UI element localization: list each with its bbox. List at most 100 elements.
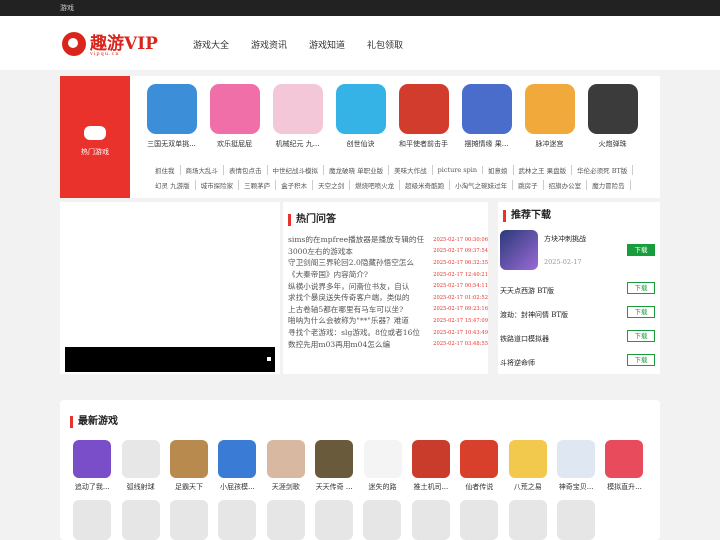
game-icon[interactable]	[460, 440, 499, 478]
video-player[interactable]	[65, 347, 275, 372]
game-name[interactable]: 摆摊情缘 果...	[455, 139, 518, 149]
recommend-item[interactable]: 铁路道口模拟器 下载	[500, 328, 658, 352]
recommend-top-name[interactable]: 方块冲刺挑战	[544, 234, 586, 244]
new-game-item[interactable]: 仙者传说	[455, 440, 503, 492]
tag-link[interactable]: 抓住我	[150, 164, 181, 175]
tag-link[interactable]: 美味大作战	[389, 164, 433, 175]
qa-question[interactable]: 寻找个老游戏：slg游戏。8位或者16位	[288, 327, 428, 338]
game-name[interactable]: 迷失的路	[358, 482, 406, 492]
new-game-item[interactable]: 迷失的路	[358, 440, 406, 492]
hot-game-item[interactable]: 创世仙诀	[329, 84, 392, 149]
game-name[interactable]: 天涯剑歌	[262, 482, 310, 492]
game-name[interactable]: 欢乐挺屁屁	[203, 139, 266, 149]
game-name[interactable]: 脉冲迷宫	[518, 139, 581, 149]
new-game-item[interactable]: 推土机司...	[407, 440, 455, 492]
download-button[interactable]: 下载	[627, 330, 655, 342]
game-name[interactable]: 神奇宝贝...	[552, 482, 600, 492]
game-name[interactable]: 和平使者前击手	[392, 139, 455, 149]
tag-link[interactable]: 幻灵 九游版	[150, 179, 196, 190]
game-icon[interactable]	[363, 440, 402, 478]
tag-link[interactable]: 天空之剑	[313, 179, 351, 190]
game-icon[interactable]	[335, 84, 386, 134]
tag-link[interactable]: 三颗茅庐	[239, 179, 277, 190]
qa-question[interactable]: 上古卷轴5都在哪里有马车可以坐?	[288, 304, 428, 315]
qa-item[interactable]: 数控先用m03再用m04怎么编 2025-02-17 03:48:55	[288, 338, 488, 350]
download-button[interactable]: 下载	[627, 306, 655, 318]
qa-question[interactable]: sims的在mpfree播放器是播放专辑的任	[288, 234, 428, 245]
game-name[interactable]: 足霸天下	[165, 482, 213, 492]
game-name[interactable]: 追动了我...	[68, 482, 116, 492]
new-game-item[interactable]: 追动了我...	[68, 440, 116, 492]
tag-link[interactable]: 中世纪战斗模拟	[268, 164, 324, 175]
qa-item[interactable]: 上古卷轴5都在哪里有马车可以坐? 2025-02-17 09:23:16	[288, 304, 488, 316]
game-icon[interactable]	[73, 440, 112, 478]
game-icon[interactable]	[121, 440, 160, 478]
tag-link[interactable]: 魔龙破晓 单职业版	[324, 164, 390, 175]
tag-link[interactable]: 武林之王 果盘版	[514, 164, 573, 175]
tag-link[interactable]: 表情包点击	[224, 164, 268, 175]
qa-item[interactable]: 求找个暴戾送失传奇客户端，类似的 2025-02-17 01:02:52	[288, 292, 488, 304]
qa-item[interactable]: 守卫剑阁三界轮回2.0隐藏孙悟空怎么 2025-02-17 06:32:35	[288, 257, 488, 269]
recommend-name[interactable]: 铁路道口模拟器	[500, 334, 549, 344]
qa-question[interactable]: 求找个暴戾送失传奇客户端，类似的	[288, 292, 428, 303]
game-icon[interactable]	[587, 84, 638, 134]
recommend-item[interactable]: 渡劫：封神问情 BT版 下载	[500, 304, 658, 328]
game-icon[interactable]	[315, 440, 354, 478]
game-icon[interactable]	[557, 440, 596, 478]
game-name[interactable]: 机械纪元 九...	[266, 139, 329, 149]
tag-link[interactable]: 小淘气之碗妹过年	[450, 179, 514, 190]
game-icon[interactable]	[411, 440, 450, 478]
game-icon[interactable]	[524, 84, 575, 134]
new-game-item[interactable]: 天涯剑歌	[262, 440, 310, 492]
tag-link[interactable]: 魔力冒险岛	[587, 179, 631, 190]
qa-item[interactable]: 《大秦帝国》内容简介? 2025-02-17 12:40:21	[288, 269, 488, 281]
download-button[interactable]: 下载	[627, 244, 655, 256]
tag-link[interactable]: 超级米奇酷跑	[400, 179, 451, 190]
hot-game-item[interactable]: 火炮弹珠	[581, 84, 644, 149]
tag-link[interactable]: 燃烧吧喷火龙	[350, 179, 401, 190]
qa-question[interactable]: 守卫剑阁三界轮回2.0隐藏孙悟空怎么	[288, 257, 428, 268]
game-icon[interactable]	[266, 440, 305, 478]
hot-game-item[interactable]: 三国无双单挑...	[140, 84, 203, 149]
nav-item-gifts[interactable]: 礼包领取	[367, 38, 403, 51]
tag-link[interactable]: 商场大乱斗	[181, 164, 224, 175]
qa-item[interactable]: 啪呐为什么会被称为"**"乐器？难道 2025-02-17 15:47:09	[288, 315, 488, 327]
download-button[interactable]: 下载	[627, 354, 655, 366]
qa-question[interactable]: 3000左右的游戏本	[288, 246, 428, 257]
game-name[interactable]: 三国无双单挑...	[140, 139, 203, 149]
game-icon[interactable]	[461, 84, 512, 134]
qa-question[interactable]: 《大秦帝国》内容简介?	[288, 269, 428, 280]
game-name[interactable]: 弧线射球	[116, 482, 164, 492]
tag-link[interactable]: 盒子积木	[276, 179, 314, 190]
game-name[interactable]: 小屁孩模...	[213, 482, 261, 492]
download-button[interactable]: 下载	[627, 282, 655, 294]
recommend-top-item[interactable]: 方块冲刺挑战 2025-02-17 下载	[500, 230, 658, 274]
new-game-item[interactable]: 天天传奇 ...	[310, 440, 358, 492]
game-name[interactable]: 火炮弹珠	[581, 139, 644, 149]
game-icon[interactable]	[146, 84, 197, 134]
game-icon[interactable]	[508, 440, 547, 478]
game-name[interactable]: 模拟直升...	[600, 482, 648, 492]
game-icon[interactable]	[398, 84, 449, 134]
game-name[interactable]: 天天传奇 ...	[310, 482, 358, 492]
game-icon[interactable]	[500, 230, 538, 270]
game-name[interactable]: 八荒之易	[504, 482, 552, 492]
qa-item[interactable]: sims的在mpfree播放器是播放专辑的任 2025-02-17 00:30:0…	[288, 234, 488, 246]
game-name[interactable]: 推土机司...	[407, 482, 455, 492]
qa-question[interactable]: 数控先用m03再用m04怎么编	[288, 339, 428, 350]
game-name[interactable]: 仙者传说	[455, 482, 503, 492]
fullscreen-icon[interactable]	[267, 357, 271, 361]
tag-link[interactable]: 城市探险家	[196, 179, 240, 190]
recommend-item[interactable]: 天天点西游 BT版 下载	[500, 280, 658, 304]
recommend-item[interactable]: 斗将逆命师 下载	[500, 352, 658, 376]
tag-link[interactable]: 华伦必须死 BT版	[572, 164, 634, 175]
tag-link[interactable]: picture spin	[433, 165, 484, 174]
qa-item[interactable]: 3000左右的游戏本 2025-02-17 09:37:54	[288, 246, 488, 258]
tag-link[interactable]: 跳房子	[513, 179, 544, 190]
game-icon[interactable]	[169, 440, 208, 478]
new-game-item[interactable]: 弧线射球	[116, 440, 164, 492]
game-name[interactable]: 创世仙诀	[329, 139, 392, 149]
hot-game-item[interactable]: 机械纪元 九...	[266, 84, 329, 149]
hot-game-item[interactable]: 摆摊情缘 果...	[455, 84, 518, 149]
hot-game-item[interactable]: 脉冲迷宫	[518, 84, 581, 149]
